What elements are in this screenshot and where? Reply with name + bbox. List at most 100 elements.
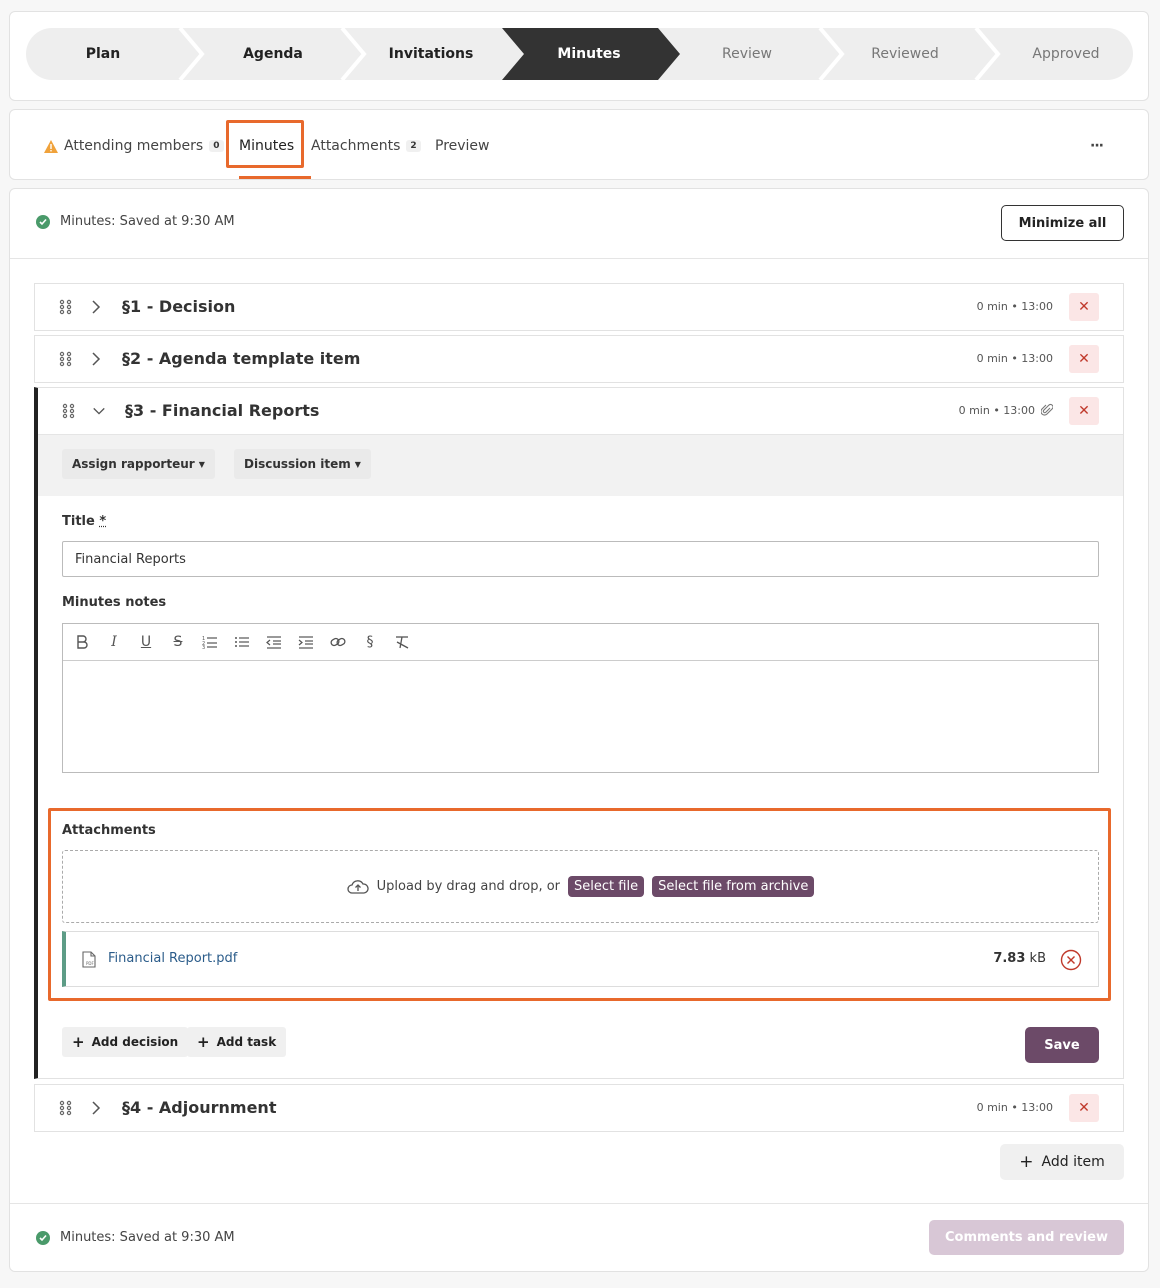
add-task-button[interactable]: + Add task — [187, 1027, 287, 1057]
comments-and-review-button[interactable]: Comments and review — [929, 1220, 1124, 1255]
caret-down-icon: ▼ — [198, 459, 205, 469]
bullet-list-icon[interactable] — [233, 633, 251, 651]
agenda-item-title: §4 - Adjournment — [122, 1098, 277, 1117]
bold-icon[interactable] — [73, 633, 91, 651]
outdent-icon[interactable] — [265, 633, 283, 651]
more-icon: ··· — [1090, 138, 1104, 154]
save-button[interactable]: Save — [1025, 1027, 1099, 1063]
svg-text:3: 3 — [202, 645, 205, 649]
discussion-item-dropdown[interactable]: Discussion item ▼ — [234, 449, 371, 479]
delete-item-button[interactable]: ✕ — [1069, 397, 1099, 425]
paperclip-icon — [1041, 403, 1053, 416]
step-label: Invitations — [388, 46, 474, 62]
close-icon: ✕ — [1078, 1100, 1090, 1116]
remove-file-icon[interactable] — [1060, 949, 1082, 971]
delete-item-button[interactable]: ✕ — [1069, 1094, 1099, 1122]
drag-handle-icon[interactable] — [59, 351, 73, 367]
caret-down-icon: ▼ — [354, 459, 361, 469]
required-marker: * — [99, 514, 107, 529]
pdf-file-icon: PDF — [82, 951, 96, 968]
chevron-right-icon[interactable] — [89, 1100, 103, 1116]
minutes-notes-label: Minutes notes — [62, 595, 167, 610]
select-file-from-archive-button[interactable]: Select file from archive — [652, 876, 815, 897]
chevron-down-icon[interactable] — [92, 403, 106, 419]
agenda-item-header[interactable]: §4 - Adjournment 0 min • 13:00 ✕ — [35, 1085, 1123, 1131]
tabs-card: Attending members 0 Minutes Attachments … — [9, 109, 1149, 180]
step-reviewed[interactable]: Reviewed — [832, 28, 978, 80]
add-item-button[interactable]: + Add item — [1000, 1144, 1124, 1180]
assign-rapporteur-dropdown[interactable]: Assign rapporteur ▼ — [62, 449, 215, 479]
agenda-item[interactable]: §4 - Adjournment 0 min • 13:00 ✕ — [34, 1084, 1124, 1132]
file-size: 7.83 kB — [993, 951, 1046, 966]
clear-format-icon[interactable] — [393, 633, 411, 651]
section-sign-icon[interactable]: § — [361, 633, 379, 651]
strikethrough-icon[interactable]: S — [169, 633, 187, 651]
agenda-item-header[interactable]: §2 - Agenda template item 0 min • 13:00 … — [35, 336, 1123, 382]
agenda-item-title: §3 - Financial Reports — [125, 401, 320, 420]
divider — [10, 258, 1148, 259]
file-name-link[interactable]: Financial Report.pdf — [108, 951, 237, 966]
step-review[interactable]: Review — [674, 28, 820, 80]
indent-icon[interactable] — [297, 633, 315, 651]
close-icon: ✕ — [1078, 351, 1090, 367]
add-decision-button[interactable]: + Add decision — [62, 1027, 189, 1057]
dropdown-label: Discussion item — [244, 457, 351, 471]
label-text: Title — [62, 514, 95, 529]
agenda-item-header[interactable]: §1 - Decision 0 min • 13:00 ✕ — [35, 284, 1123, 330]
link-icon[interactable] — [329, 633, 347, 651]
agenda-item-header[interactable]: §3 - Financial Reports 0 min • 13:00 ✕ — [38, 388, 1123, 434]
workflow-stepper-card: Plan Agenda Invitations Minutes Review R… — [9, 11, 1149, 101]
file-dropzone[interactable]: Upload by drag and drop, or Select file … — [62, 850, 1099, 923]
cloud-upload-icon — [347, 879, 369, 894]
drag-handle-icon[interactable] — [59, 299, 73, 315]
attachments-label: Attachments — [62, 823, 156, 838]
step-approved[interactable]: Approved — [990, 28, 1133, 80]
agenda-item[interactable]: §1 - Decision 0 min • 13:00 ✕ — [34, 283, 1124, 331]
tab-attending-members[interactable]: Attending members 0 — [44, 134, 224, 158]
step-invitations[interactable]: Invitations — [356, 28, 506, 80]
agenda-item-meta: 0 min • 13:00 — [958, 404, 1035, 417]
more-options-button[interactable]: ··· — [1090, 134, 1104, 158]
tab-minutes[interactable]: Minutes — [239, 134, 294, 158]
step-plan[interactable]: Plan — [26, 28, 180, 80]
drag-handle-icon[interactable] — [59, 1100, 73, 1116]
step-minutes[interactable]: Minutes — [516, 28, 662, 80]
ordered-list-icon[interactable]: 123 — [201, 633, 219, 651]
delete-item-button[interactable]: ✕ — [1069, 293, 1099, 321]
chevron-right-icon[interactable] — [89, 299, 103, 315]
active-tab-underline — [239, 176, 311, 179]
close-icon: ✕ — [1078, 403, 1090, 419]
tab-attachments[interactable]: Attachments 2 — [311, 134, 421, 158]
workflow-stepper: Plan Agenda Invitations Minutes Review R… — [26, 28, 1133, 80]
tab-label: Preview — [435, 138, 490, 154]
file-size-value: 7.83 — [993, 951, 1026, 966]
drag-handle-icon[interactable] — [62, 403, 76, 419]
italic-icon[interactable]: I — [105, 633, 123, 651]
chevron-right-icon[interactable] — [89, 351, 103, 367]
file-size-unit: kB — [1029, 951, 1046, 966]
attached-file-row: PDF Financial Report.pdf 7.83 kB — [62, 931, 1099, 987]
divider — [10, 1203, 1148, 1204]
agenda-item[interactable]: §2 - Agenda template item 0 min • 13:00 … — [34, 335, 1124, 383]
minutes-notes-editor[interactable]: I U S 123 § — [62, 623, 1099, 773]
agenda-item-expanded[interactable]: §3 - Financial Reports 0 min • 13:00 ✕ A… — [34, 387, 1124, 1079]
save-status-text: Minutes: Saved at 9:30 AM — [60, 214, 235, 229]
underline-icon[interactable]: U — [137, 633, 155, 651]
tab-preview[interactable]: Preview — [435, 134, 490, 158]
agenda-item-title: §1 - Decision — [122, 297, 236, 316]
tab-label: Minutes — [239, 138, 295, 154]
check-circle-icon — [36, 214, 50, 229]
button-label: Add task — [216, 1035, 277, 1049]
plus-icon: + — [72, 1033, 85, 1051]
item-toolbar: Assign rapporteur ▼ Discussion item ▼ — [38, 434, 1123, 496]
step-agenda[interactable]: Agenda — [198, 28, 348, 80]
editor-toolbar: I U S 123 § — [63, 624, 1098, 661]
minimize-all-button[interactable]: Minimize all — [1001, 205, 1124, 241]
save-status-bottom: Minutes: Saved at 9:30 AM — [36, 1230, 235, 1245]
select-file-button[interactable]: Select file — [568, 876, 645, 897]
count-badge: 2 — [406, 140, 421, 152]
delete-item-button[interactable]: ✕ — [1069, 345, 1099, 373]
title-input[interactable]: Financial Reports — [62, 541, 1099, 577]
tab-label: Attending members — [64, 138, 204, 154]
button-label: Add decision — [91, 1035, 179, 1049]
